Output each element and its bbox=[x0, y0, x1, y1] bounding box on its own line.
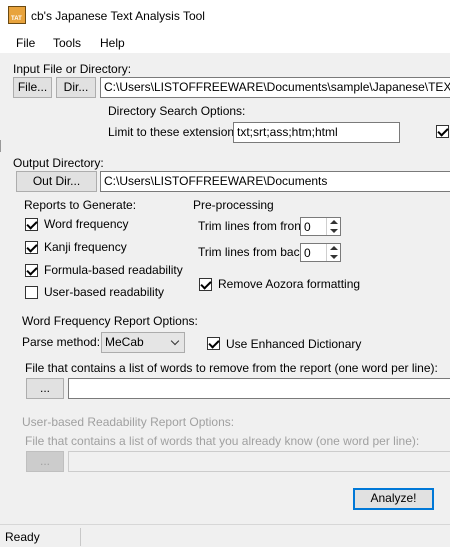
trim-front-arrows[interactable] bbox=[326, 218, 340, 235]
word-frequency-label[interactable]: Word frequency bbox=[44, 217, 129, 231]
dir-search-options-label: Directory Search Options: bbox=[108, 104, 246, 118]
input-section-label: Input File or Directory: bbox=[13, 62, 132, 76]
app-icon: TAT bbox=[8, 6, 26, 24]
output-section-label: Output Directory: bbox=[13, 156, 104, 170]
word-frequency-checkbox[interactable] bbox=[25, 218, 38, 231]
status-separator bbox=[80, 528, 81, 546]
spin-up-icon[interactable] bbox=[330, 246, 338, 250]
known-words-field[interactable] bbox=[68, 451, 450, 472]
out-dir-button[interactable]: Out Dir... bbox=[16, 171, 97, 192]
enhanced-dictionary-checkbox[interactable] bbox=[207, 337, 220, 350]
remove-words-browse-button[interactable]: ... bbox=[26, 378, 64, 399]
title-bar: TAT cb's Japanese Text Analysis Tool bbox=[0, 0, 450, 31]
chevron-down-icon[interactable] bbox=[170, 336, 180, 346]
remove-words-label: File that contains a list of words to re… bbox=[25, 361, 438, 375]
remove-aozora-checkbox[interactable] bbox=[199, 278, 212, 291]
word-freq-options-label: Word Frequency Report Options: bbox=[22, 314, 198, 328]
extensions-field[interactable]: txt;srt;ass;htm;html bbox=[233, 122, 400, 143]
enhanced-dictionary-label[interactable]: Use Enhanced Dictionary bbox=[226, 337, 361, 351]
trim-back-arrows[interactable] bbox=[326, 244, 340, 261]
formula-readability-checkbox[interactable] bbox=[25, 264, 38, 277]
menu-bar: File Tools Help bbox=[0, 31, 450, 54]
spin-down-icon[interactable] bbox=[330, 229, 338, 233]
app-icon-label: TAT bbox=[11, 16, 22, 22]
remove-aozora-label[interactable]: Remove Aozora formatting bbox=[218, 277, 360, 291]
output-path-field[interactable]: C:\Users\LISTOFFREEWARE\Documents bbox=[100, 171, 450, 192]
trim-back-spinner[interactable]: 0 bbox=[300, 243, 341, 262]
limit-extensions-checkbox[interactable] bbox=[436, 125, 449, 138]
analyze-button[interactable]: Analyze! bbox=[353, 488, 434, 510]
preprocessing-section-label: Pre-processing bbox=[193, 198, 274, 212]
formula-readability-label[interactable]: Formula-based readability bbox=[44, 263, 183, 277]
known-words-label: File that contains a list of words that … bbox=[25, 434, 420, 448]
menu-tools[interactable]: Tools bbox=[50, 36, 84, 50]
input-path-field[interactable]: C:\Users\LISTOFFREEWARE\Documents\sample… bbox=[100, 77, 450, 98]
spin-down-icon[interactable] bbox=[330, 255, 338, 259]
remove-words-field[interactable] bbox=[68, 378, 450, 399]
known-words-browse-button[interactable]: ... bbox=[26, 451, 64, 472]
menu-file[interactable]: File bbox=[13, 36, 38, 50]
trim-back-value[interactable]: 0 bbox=[304, 246, 311, 260]
parse-method-select[interactable]: MeCab bbox=[101, 332, 185, 353]
user-readability-label[interactable]: User-based readability bbox=[44, 285, 164, 299]
trim-front-value[interactable]: 0 bbox=[304, 220, 311, 234]
trim-front-label: Trim lines from front: bbox=[198, 219, 308, 233]
status-bar: Ready bbox=[0, 524, 450, 547]
input-dir-button[interactable]: Dir... bbox=[56, 77, 96, 98]
trim-back-label: Trim lines from back: bbox=[198, 245, 309, 259]
window-title: cb's Japanese Text Analysis Tool bbox=[31, 9, 205, 23]
parse-method-label: Parse method: bbox=[22, 335, 101, 349]
window-edge bbox=[0, 140, 1, 152]
kanji-frequency-checkbox[interactable] bbox=[25, 241, 38, 254]
user-readability-options-label: User-based Readability Report Options: bbox=[22, 415, 235, 429]
status-text: Ready bbox=[5, 530, 40, 544]
input-file-button[interactable]: File... bbox=[13, 77, 52, 98]
kanji-frequency-label[interactable]: Kanji frequency bbox=[44, 240, 127, 254]
trim-front-spinner[interactable]: 0 bbox=[300, 217, 341, 236]
parse-method-value[interactable]: MeCab bbox=[105, 335, 144, 349]
user-readability-checkbox[interactable] bbox=[25, 286, 38, 299]
reports-section-label: Reports to Generate: bbox=[24, 198, 137, 212]
menu-help[interactable]: Help bbox=[97, 36, 128, 50]
spin-up-icon[interactable] bbox=[330, 220, 338, 224]
limit-extensions-label: Limit to these extensions: bbox=[108, 125, 244, 139]
